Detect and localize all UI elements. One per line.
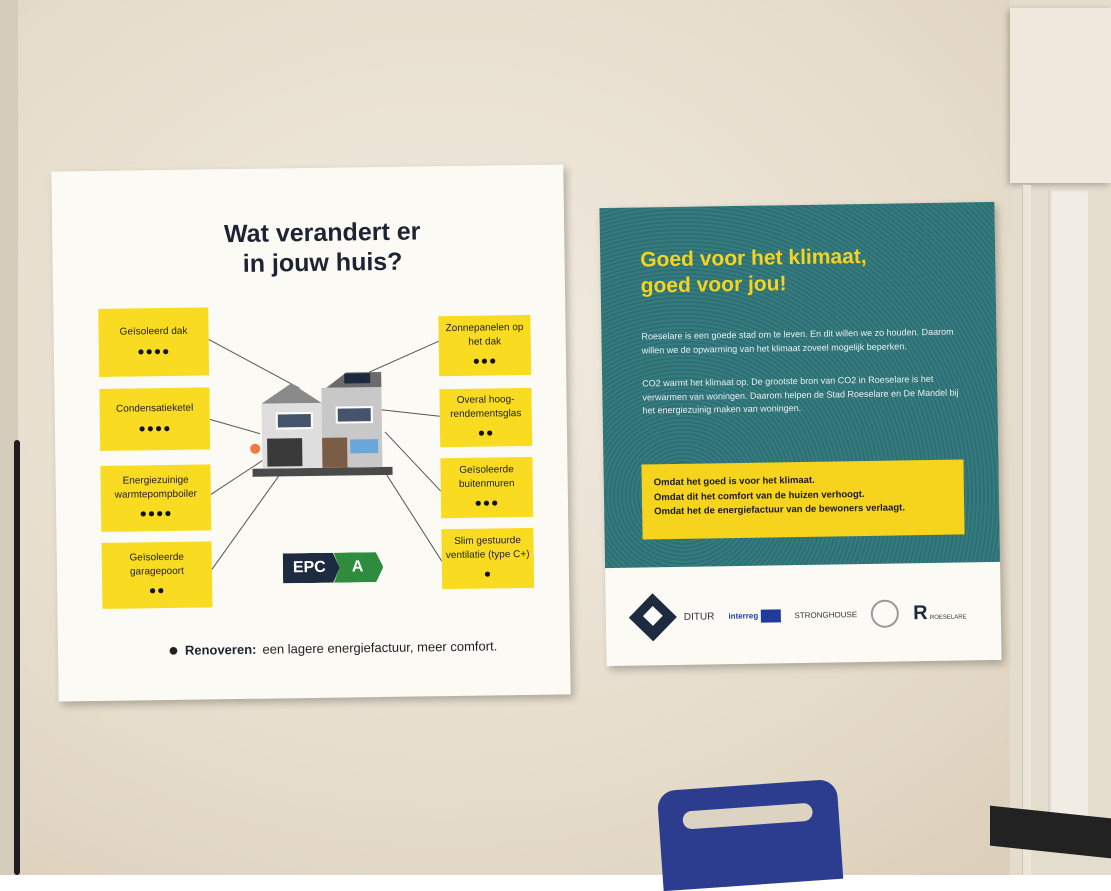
wall-pipe bbox=[1022, 185, 1031, 875]
paragraph-2: CO2 warmt het klimaat op. De grootste br… bbox=[642, 373, 959, 416]
piggy-bank-icon: ●● bbox=[148, 583, 166, 598]
feature-box-solar: Zonnepanelen op het dak ●●● bbox=[438, 314, 532, 377]
roeselare-r-icon: R bbox=[912, 601, 928, 624]
piggy-bank-icon: ● bbox=[483, 566, 493, 582]
blue-chair bbox=[656, 778, 844, 891]
feature-box-roof: Geïsoleerd dak ●●●● bbox=[98, 307, 210, 377]
feature-box-boiler: Condensatieketel ●●●● bbox=[99, 387, 211, 451]
piggy-bank-icon: ●●● bbox=[472, 353, 498, 369]
eu-flag-icon bbox=[760, 608, 781, 623]
round-seal-icon bbox=[870, 599, 900, 628]
feature-box-ventilation: Slim gestuurde ventilatie (type C+) ● bbox=[441, 527, 535, 590]
stronghouse-logo: STRONGHOUSE bbox=[794, 609, 858, 620]
house-illustration bbox=[250, 372, 393, 477]
piggy-bank-icon: ● bbox=[167, 639, 180, 661]
piggy-bank-icon: ●●● bbox=[474, 495, 500, 511]
interreg-logo: interreg bbox=[728, 608, 781, 623]
partner-logos: DITUR interreg STRONGHOUSE R ROESELARE bbox=[605, 567, 1001, 663]
poster-renovation: Wat verandert er in jouw huis? Geïsoleer… bbox=[51, 164, 571, 702]
ditur-logo-icon bbox=[628, 593, 677, 642]
ditur-logo: DITUR bbox=[683, 610, 715, 623]
piggy-bank-icon: ●●●● bbox=[137, 343, 171, 359]
feature-box-heatpump: Energiezuinige warmtepompboiler ●●●● bbox=[100, 464, 212, 532]
piggy-bank-icon: ●●●● bbox=[138, 420, 172, 436]
feature-box-garage: Geïsoleerde garagepoort ●● bbox=[101, 541, 213, 609]
piggy-bank-icon: ●●●● bbox=[139, 506, 173, 521]
feature-box-walls: Geïsoleerde buitenmuren ●●● bbox=[440, 456, 534, 519]
epc-label: EPC A bbox=[283, 552, 384, 583]
teal-background: Goed voor het klimaat, goed voor jou! Ro… bbox=[599, 201, 1001, 569]
paragraph-1: Roeselare is een goede stad om te leven.… bbox=[641, 326, 954, 355]
door-frame bbox=[1048, 190, 1088, 820]
black-cable bbox=[14, 440, 20, 875]
poster-right-title: Goed voor het klimaat, goed voor jou! bbox=[640, 244, 867, 298]
yellow-statement-band: Omdat het goed is voor het klimaat. Omda… bbox=[641, 459, 965, 540]
roeselare-logo: R ROESELARE bbox=[912, 601, 967, 624]
chair-handle-slot bbox=[682, 802, 814, 830]
wall-cabinet bbox=[1010, 8, 1111, 183]
poster-climate: Goed voor het klimaat, goed voor jou! Ro… bbox=[599, 201, 1002, 667]
feature-box-glass: Overal hoog-rendementsglas ●● bbox=[439, 387, 533, 448]
piggy-bank-icon: ●● bbox=[477, 425, 495, 441]
